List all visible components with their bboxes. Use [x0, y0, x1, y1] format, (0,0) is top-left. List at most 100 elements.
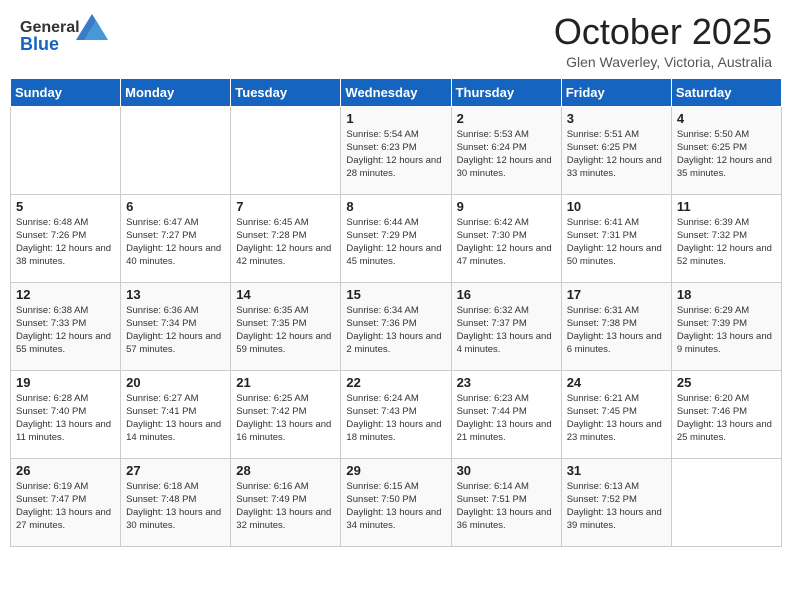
- day-number: 31: [567, 463, 666, 478]
- day-number: 5: [16, 199, 115, 214]
- calendar-cell: 29 Sunrise: 6:15 AM Sunset: 7:50 PM Dayli…: [341, 458, 451, 546]
- day-number: 11: [677, 199, 776, 214]
- header-cell-friday: Friday: [561, 78, 671, 106]
- week-row-2: 12Sunrise: 6:38 AM Sunset: 7:33 PM Dayli…: [11, 282, 782, 370]
- header: General Blue October 2025 Glen Waverley,…: [0, 0, 792, 78]
- cell-content: Sunrise: 6:38 AM Sunset: 7:33 PM Dayligh…: [16, 304, 115, 357]
- logo-svg: General Blue: [20, 12, 110, 57]
- day-number: 30: [457, 463, 556, 478]
- calendar-cell: 30 Sunrise: 6:14 AM Sunset: 7:51 PM Dayli…: [451, 458, 561, 546]
- location: Glen Waverley, Victoria, Australia: [554, 54, 772, 70]
- day-number: 7: [236, 199, 335, 214]
- cell-content: Sunrise: 6:28 AM Sunset: 7:40 PM Dayligh…: [16, 392, 115, 445]
- calendar-table: SundayMondayTuesdayWednesdayThursdayFrid…: [10, 78, 782, 547]
- cell-content: Sunrise: 5:53 AM Sunset: 6:24 PM Dayligh…: [457, 128, 556, 181]
- calendar-cell: 6 Sunrise: 6:47 AM Sunset: 7:27 PM Daylig…: [121, 194, 231, 282]
- calendar-cell: 3 Sunrise: 5:51 AM Sunset: 6:25 PM Daylig…: [561, 106, 671, 194]
- calendar-cell: 2 Sunrise: 5:53 AM Sunset: 6:24 PM Daylig…: [451, 106, 561, 194]
- calendar-cell: 24Sunrise: 6:21 AM Sunset: 7:45 PM Dayli…: [561, 370, 671, 458]
- cell-content: Sunrise: 5:54 AM Sunset: 6:23 PM Dayligh…: [346, 128, 445, 181]
- day-number: 15: [346, 287, 445, 302]
- cell-content: Sunrise: 6:20 AM Sunset: 7:46 PM Dayligh…: [677, 392, 776, 445]
- calendar-cell: 8 Sunrise: 6:44 AM Sunset: 7:29 PM Daylig…: [341, 194, 451, 282]
- header-cell-sunday: Sunday: [11, 78, 121, 106]
- svg-text:Blue: Blue: [20, 34, 59, 54]
- day-number: 22: [346, 375, 445, 390]
- calendar-cell: 27Sunrise: 6:18 AM Sunset: 7:48 PM Dayli…: [121, 458, 231, 546]
- calendar: SundayMondayTuesdayWednesdayThursdayFrid…: [0, 78, 792, 612]
- title-area: October 2025 Glen Waverley, Victoria, Au…: [554, 12, 772, 70]
- calendar-body: 1Sunrise: 5:54 AM Sunset: 6:23 PM Daylig…: [11, 106, 782, 546]
- cell-content: Sunrise: 6:13 AM Sunset: 7:52 PM Dayligh…: [567, 480, 666, 533]
- day-number: 16: [457, 287, 556, 302]
- header-cell-wednesday: Wednesday: [341, 78, 451, 106]
- day-number: 2: [457, 111, 556, 126]
- calendar-cell: 13 Sunrise: 6:36 AM Sunset: 7:34 PM Dayli…: [121, 282, 231, 370]
- calendar-cell: 4Sunrise: 5:50 AM Sunset: 6:25 PM Daylig…: [671, 106, 781, 194]
- calendar-cell: 10 Sunrise: 6:41 AM Sunset: 7:31 PM Dayli…: [561, 194, 671, 282]
- cell-content: Sunrise: 5:50 AM Sunset: 6:25 PM Dayligh…: [677, 128, 776, 181]
- cell-content: Sunrise: 6:29 AM Sunset: 7:39 PM Dayligh…: [677, 304, 776, 357]
- cell-content: Sunrise: 6:24 AM Sunset: 7:43 PM Dayligh…: [346, 392, 445, 445]
- day-number: 6: [126, 199, 225, 214]
- cell-content: Sunrise: 6:41 AM Sunset: 7:31 PM Dayligh…: [567, 216, 666, 269]
- header-cell-monday: Monday: [121, 78, 231, 106]
- cell-content: Sunrise: 5:51 AM Sunset: 6:25 PM Dayligh…: [567, 128, 666, 181]
- calendar-cell: 21Sunrise: 6:25 AM Sunset: 7:42 PM Dayli…: [231, 370, 341, 458]
- calendar-cell: 12Sunrise: 6:38 AM Sunset: 7:33 PM Dayli…: [11, 282, 121, 370]
- cell-content: Sunrise: 6:36 AM Sunset: 7:34 PM Dayligh…: [126, 304, 225, 357]
- calendar-cell: 31 Sunrise: 6:13 AM Sunset: 7:52 PM Dayli…: [561, 458, 671, 546]
- day-number: 18: [677, 287, 776, 302]
- cell-content: Sunrise: 6:47 AM Sunset: 7:27 PM Dayligh…: [126, 216, 225, 269]
- cell-content: Sunrise: 6:31 AM Sunset: 7:38 PM Dayligh…: [567, 304, 666, 357]
- calendar-cell: 23 Sunrise: 6:23 AM Sunset: 7:44 PM Dayli…: [451, 370, 561, 458]
- week-row-4: 26Sunrise: 6:19 AM Sunset: 7:47 PM Dayli…: [11, 458, 782, 546]
- calendar-cell: 11Sunrise: 6:39 AM Sunset: 7:32 PM Dayli…: [671, 194, 781, 282]
- day-number: 27: [126, 463, 225, 478]
- page: General Blue October 2025 Glen Waverley,…: [0, 0, 792, 612]
- calendar-cell: 20 Sunrise: 6:27 AM Sunset: 7:41 PM Dayli…: [121, 370, 231, 458]
- cell-content: Sunrise: 6:35 AM Sunset: 7:35 PM Dayligh…: [236, 304, 335, 357]
- calendar-cell: 14 Sunrise: 6:35 AM Sunset: 7:35 PM Dayli…: [231, 282, 341, 370]
- cell-content: Sunrise: 6:15 AM Sunset: 7:50 PM Dayligh…: [346, 480, 445, 533]
- calendar-cell: [121, 106, 231, 194]
- cell-content: Sunrise: 6:44 AM Sunset: 7:29 PM Dayligh…: [346, 216, 445, 269]
- day-number: 3: [567, 111, 666, 126]
- calendar-cell: 9Sunrise: 6:42 AM Sunset: 7:30 PM Daylig…: [451, 194, 561, 282]
- calendar-header: SundayMondayTuesdayWednesdayThursdayFrid…: [11, 78, 782, 106]
- day-number: 14: [236, 287, 335, 302]
- cell-content: Sunrise: 6:14 AM Sunset: 7:51 PM Dayligh…: [457, 480, 556, 533]
- cell-content: Sunrise: 6:27 AM Sunset: 7:41 PM Dayligh…: [126, 392, 225, 445]
- day-number: 29: [346, 463, 445, 478]
- calendar-cell: 17Sunrise: 6:31 AM Sunset: 7:38 PM Dayli…: [561, 282, 671, 370]
- week-row-1: 5 Sunrise: 6:48 AM Sunset: 7:26 PM Daylig…: [11, 194, 782, 282]
- day-number: 8: [346, 199, 445, 214]
- cell-content: Sunrise: 6:48 AM Sunset: 7:26 PM Dayligh…: [16, 216, 115, 269]
- day-number: 28: [236, 463, 335, 478]
- day-number: 19: [16, 375, 115, 390]
- day-number: 9: [457, 199, 556, 214]
- cell-content: Sunrise: 6:32 AM Sunset: 7:37 PM Dayligh…: [457, 304, 556, 357]
- cell-content: Sunrise: 6:23 AM Sunset: 7:44 PM Dayligh…: [457, 392, 556, 445]
- day-number: 23: [457, 375, 556, 390]
- week-row-0: 1Sunrise: 5:54 AM Sunset: 6:23 PM Daylig…: [11, 106, 782, 194]
- calendar-cell: 16 Sunrise: 6:32 AM Sunset: 7:37 PM Dayli…: [451, 282, 561, 370]
- calendar-cell: 22 Sunrise: 6:24 AM Sunset: 7:43 PM Dayli…: [341, 370, 451, 458]
- header-cell-thursday: Thursday: [451, 78, 561, 106]
- calendar-cell: [671, 458, 781, 546]
- day-number: 10: [567, 199, 666, 214]
- cell-content: Sunrise: 6:34 AM Sunset: 7:36 PM Dayligh…: [346, 304, 445, 357]
- week-row-3: 19 Sunrise: 6:28 AM Sunset: 7:40 PM Dayli…: [11, 370, 782, 458]
- calendar-cell: 19 Sunrise: 6:28 AM Sunset: 7:40 PM Dayli…: [11, 370, 121, 458]
- header-row: SundayMondayTuesdayWednesdayThursdayFrid…: [11, 78, 782, 106]
- day-number: 20: [126, 375, 225, 390]
- day-number: 13: [126, 287, 225, 302]
- calendar-cell: 26Sunrise: 6:19 AM Sunset: 7:47 PM Dayli…: [11, 458, 121, 546]
- calendar-cell: 25 Sunrise: 6:20 AM Sunset: 7:46 PM Dayli…: [671, 370, 781, 458]
- calendar-cell: 1Sunrise: 5:54 AM Sunset: 6:23 PM Daylig…: [341, 106, 451, 194]
- cell-content: Sunrise: 6:45 AM Sunset: 7:28 PM Dayligh…: [236, 216, 335, 269]
- calendar-cell: [11, 106, 121, 194]
- calendar-cell: 5 Sunrise: 6:48 AM Sunset: 7:26 PM Daylig…: [11, 194, 121, 282]
- header-cell-tuesday: Tuesday: [231, 78, 341, 106]
- day-number: 25: [677, 375, 776, 390]
